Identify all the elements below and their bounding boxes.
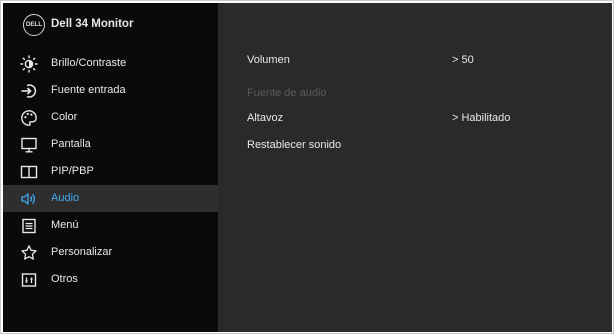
menu-item-personalize[interactable]: Personalizar bbox=[3, 239, 218, 266]
menu-item-label: Audio bbox=[51, 192, 80, 204]
menu-item-label: PIP/PBP bbox=[51, 165, 94, 177]
menu-item-pip-pbp[interactable]: PIP/PBP bbox=[3, 158, 218, 185]
menu-item-color[interactable]: Color bbox=[3, 104, 218, 131]
speaker-label: Altavoz bbox=[247, 112, 284, 124]
menu-item-label: Menú bbox=[51, 219, 79, 231]
menu-item-label: Color bbox=[51, 111, 78, 123]
display-icon bbox=[20, 136, 38, 154]
monitor-frame: DELL Dell 34 Monitor Brillo/Contraste Fu… bbox=[0, 0, 614, 334]
osd-header: DELL Dell 34 Monitor bbox=[3, 3, 218, 47]
menu-item-audio[interactable]: Audio bbox=[3, 185, 218, 212]
dell-logo: DELL bbox=[23, 14, 45, 36]
speaker-icon bbox=[20, 190, 38, 208]
main-menu: Brillo/Contraste Fuente entrada Color Pa… bbox=[3, 50, 218, 293]
volume-value: > 50 bbox=[452, 54, 474, 66]
menu-item-label: Brillo/Contraste bbox=[51, 57, 127, 69]
menu-item-others[interactable]: Otros bbox=[3, 266, 218, 293]
audio-source-row: Fuente de audio bbox=[247, 87, 607, 101]
volume-row[interactable]: Volumen > 50 bbox=[247, 54, 607, 68]
pip-pbp-icon bbox=[20, 163, 38, 181]
sidebar: DELL Dell 34 Monitor Brillo/Contraste Fu… bbox=[3, 3, 218, 332]
speaker-row[interactable]: Altavoz > Habilitado bbox=[247, 112, 607, 126]
menu-item-label: Pantalla bbox=[51, 138, 91, 150]
menu-item-label: Fuente entrada bbox=[51, 84, 126, 96]
monitor-title: Dell 34 Monitor bbox=[51, 18, 134, 30]
others-icon bbox=[20, 271, 38, 289]
color-palette-icon bbox=[20, 109, 38, 127]
brightness-icon bbox=[20, 55, 38, 73]
osd-window: DELL Dell 34 Monitor Brillo/Contraste Fu… bbox=[3, 3, 612, 332]
menu-item-label: Otros bbox=[51, 273, 78, 285]
reset-sound-row[interactable]: Restablecer sonido bbox=[247, 139, 607, 153]
speaker-value: > Habilitado bbox=[452, 112, 511, 124]
menu-item-brightness-contrast[interactable]: Brillo/Contraste bbox=[3, 50, 218, 77]
reset-sound-label: Restablecer sonido bbox=[247, 139, 342, 151]
audio-source-label: Fuente de audio bbox=[247, 87, 327, 99]
menu-item-input-source[interactable]: Fuente entrada bbox=[3, 77, 218, 104]
menu-item-label: Personalizar bbox=[51, 246, 113, 258]
menu-item-display[interactable]: Pantalla bbox=[3, 131, 218, 158]
audio-settings-panel: Volumen > 50 Fuente de audio Altavoz > H… bbox=[218, 3, 612, 332]
input-source-icon bbox=[20, 82, 38, 100]
menu-item-menu[interactable]: Menú bbox=[3, 212, 218, 239]
menu-icon bbox=[20, 217, 38, 235]
star-icon bbox=[20, 244, 38, 262]
volume-label: Volumen bbox=[247, 54, 290, 66]
